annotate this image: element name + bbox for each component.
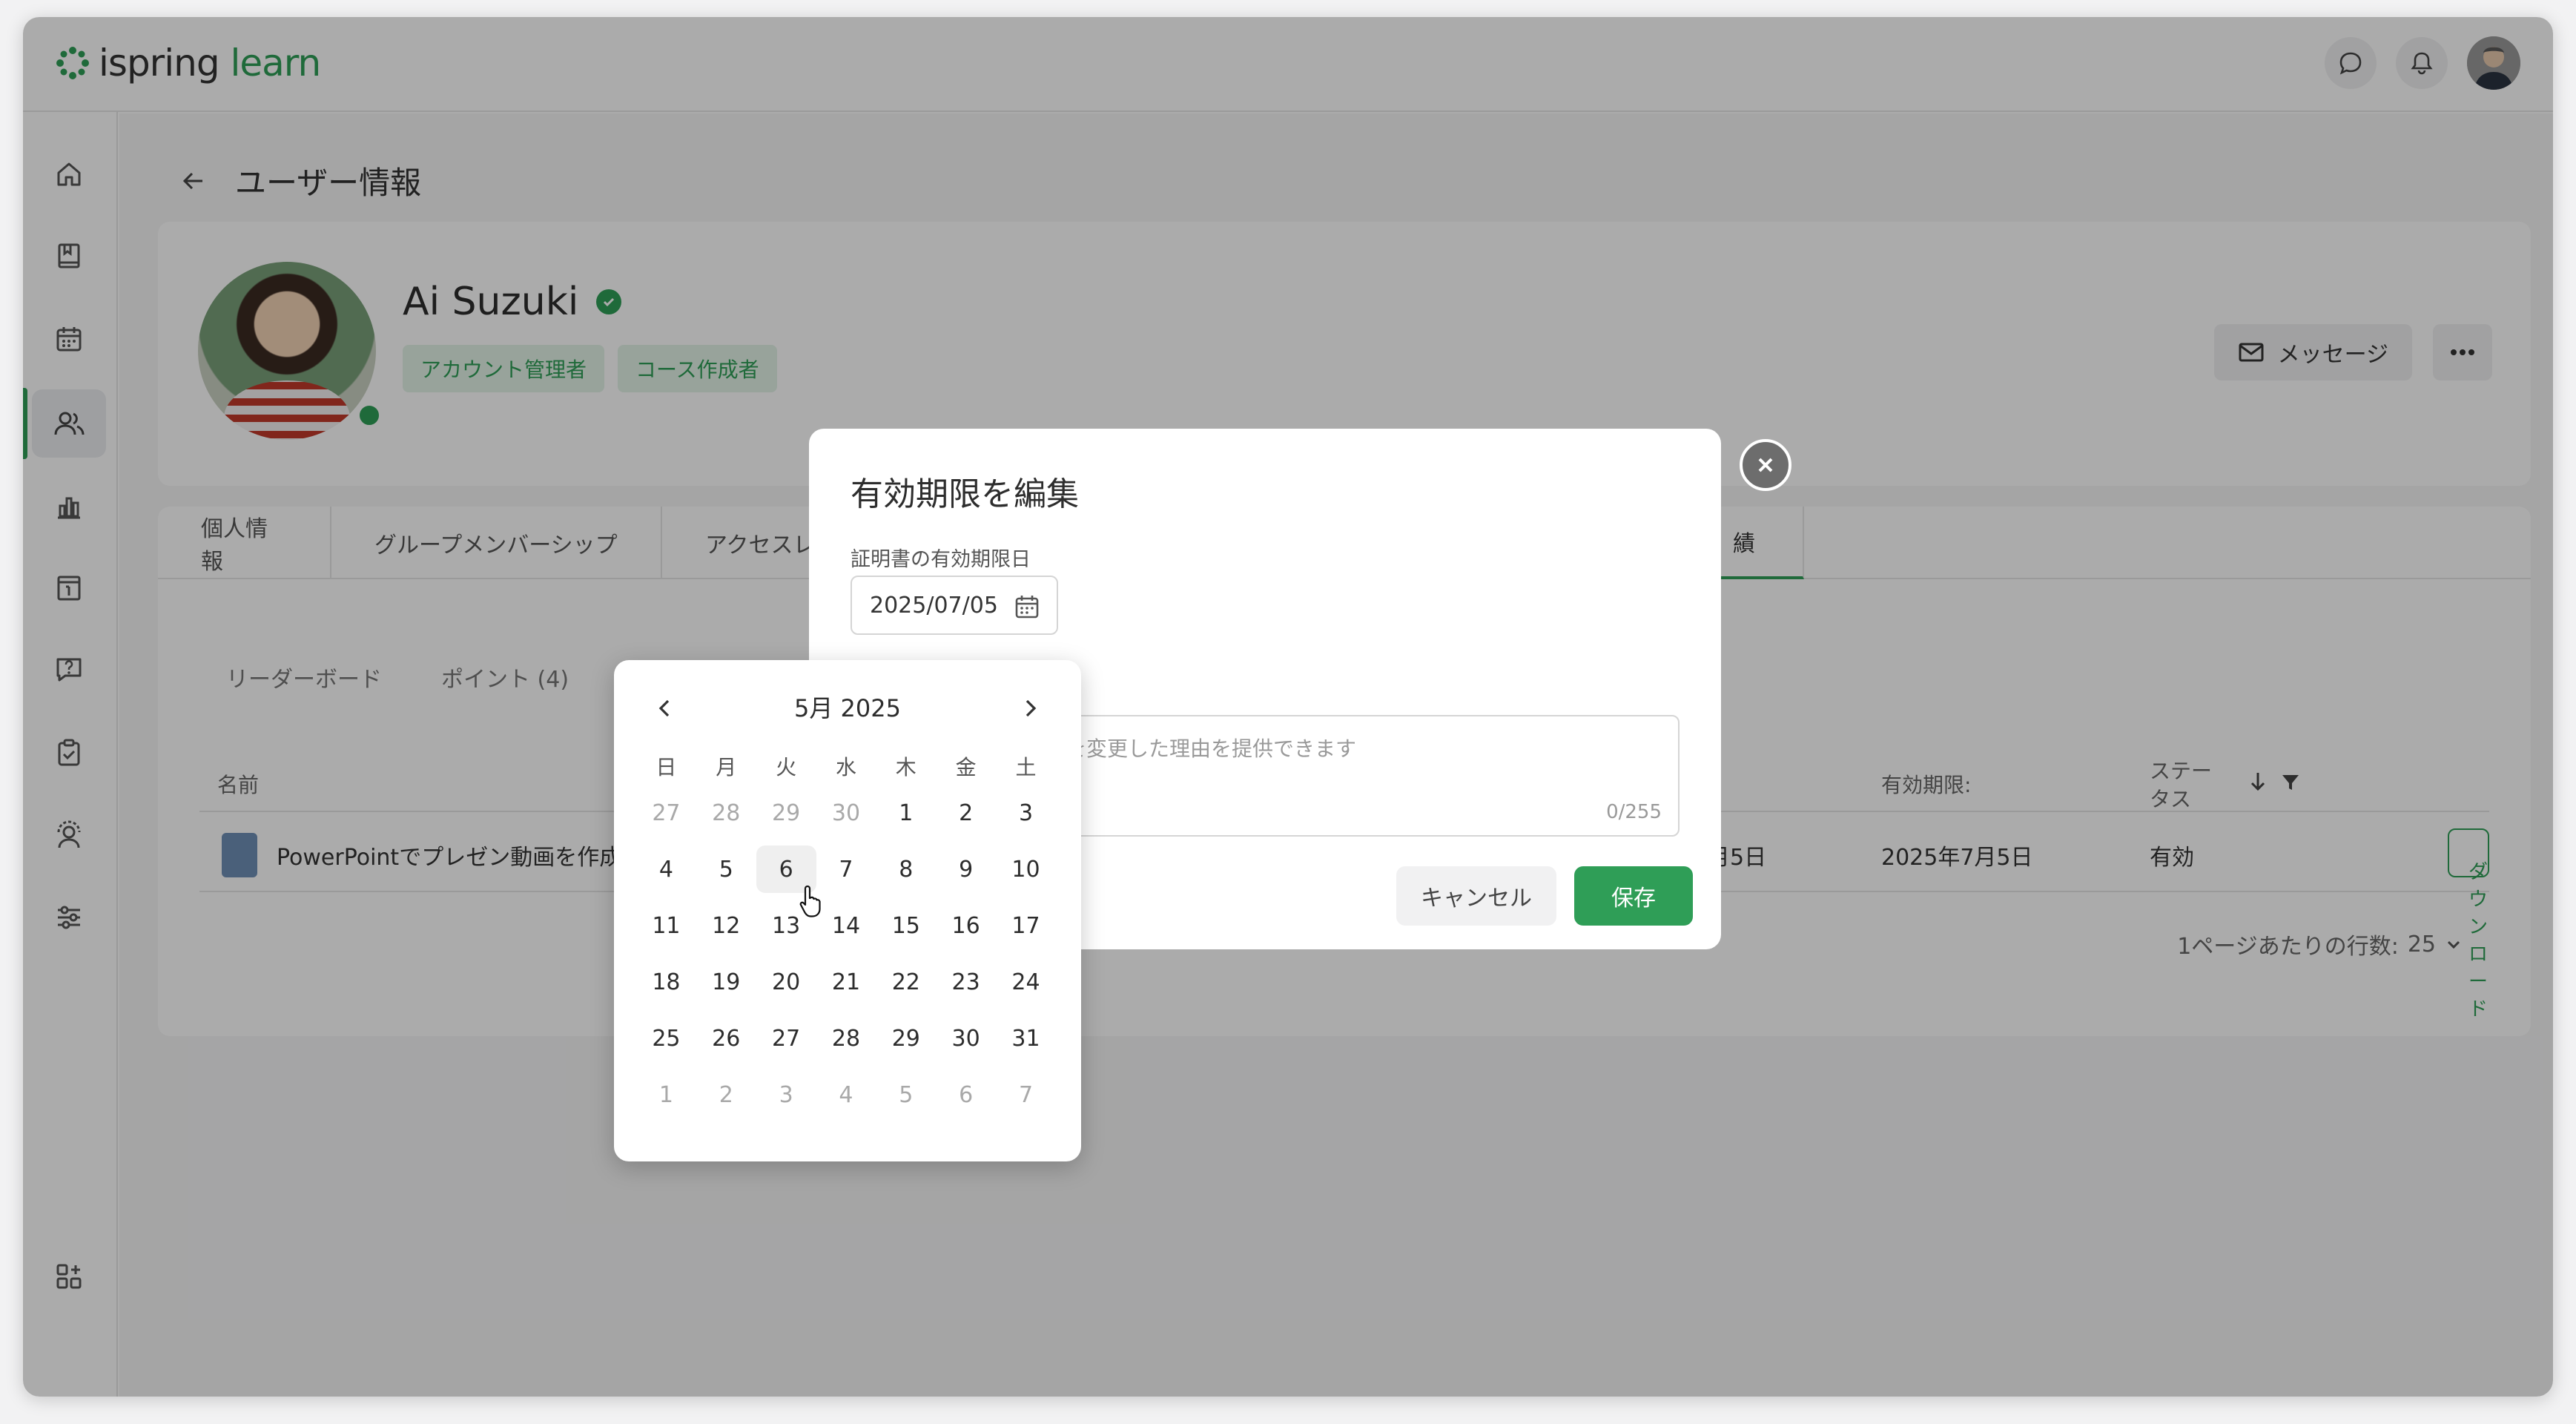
- chevron-left-icon: [658, 699, 670, 717]
- calendar-day[interactable]: 21: [816, 958, 876, 1006]
- calendar-day[interactable]: 15: [876, 902, 936, 949]
- calendar-day[interactable]: 19: [696, 958, 756, 1006]
- expiry-date-value: 2025/07/05: [870, 592, 998, 619]
- calendar-day[interactable]: 5: [696, 846, 756, 893]
- day-of-week-label: 木: [895, 755, 917, 779]
- calendar-day-outside-month[interactable]: 1: [636, 1071, 696, 1118]
- save-button[interactable]: 保存: [1574, 866, 1693, 926]
- mouse-cursor-icon: [799, 885, 821, 917]
- calendar-day-outside-month[interactable]: 6: [936, 1071, 996, 1118]
- calendar-day[interactable]: 9: [936, 846, 996, 893]
- calendar-day[interactable]: 24: [996, 958, 1056, 1006]
- calendar-day-outside-month[interactable]: 30: [816, 789, 876, 837]
- day-of-week-label: 金: [955, 755, 977, 779]
- day-of-week-label: 火: [776, 755, 797, 779]
- day-of-week-label: 月: [716, 755, 737, 779]
- calendar-day-outside-month[interactable]: 5: [876, 1071, 936, 1118]
- calendar-week-row: 1234567: [636, 1067, 1056, 1123]
- calendar-day[interactable]: 20: [756, 958, 816, 1006]
- calendar-day-outside-month[interactable]: 3: [756, 1071, 816, 1118]
- close-button[interactable]: [1740, 439, 1791, 491]
- calendar-day-outside-month[interactable]: 27: [636, 789, 696, 837]
- calendar-day[interactable]: 25: [636, 1015, 696, 1062]
- calendar-day[interactable]: 26: [696, 1015, 756, 1062]
- days-of-week-row: 日月火水木金土: [636, 748, 1056, 785]
- calendar-day[interactable]: 8: [876, 846, 936, 893]
- prev-month-button[interactable]: [650, 693, 679, 723]
- calendar-day[interactable]: 16: [936, 902, 996, 949]
- calendar-day[interactable]: 11: [636, 902, 696, 949]
- calendar-week-row: 11 12 13 14 15 16 17: [636, 897, 1056, 954]
- calendar-day[interactable]: 4: [636, 846, 696, 893]
- calendar-week-row: 18 19 20 21 22 23 24: [636, 954, 1056, 1010]
- calendar-day-outside-month[interactable]: 28: [696, 789, 756, 837]
- char-counter: 0/255: [1606, 801, 1662, 823]
- calendar-week-row: 25 26 27 28 29 30 31: [636, 1010, 1056, 1067]
- calendar-day[interactable]: 28: [816, 1015, 876, 1062]
- expiry-date-label: 証明書の有効期限日: [851, 548, 1031, 571]
- calendar-grid: 日月火水木金土 27 28 29 30 1 2 3 4 5 6 7 8 9 10 11 12 13 14 15 16 1…: [636, 748, 1056, 1123]
- calendar-day-outside-month[interactable]: 7: [996, 1071, 1056, 1118]
- calendar-day[interactable]: 22: [876, 958, 936, 1006]
- calendar-day[interactable]: 2: [936, 789, 996, 837]
- day-of-week-label: 水: [835, 755, 856, 779]
- calendar-day[interactable]: 27: [756, 1015, 816, 1062]
- date-picker: 5月 2025 日月火水木金土 27 28 29 30 1 2 3 4 5 6 7 8 9 10 11 12 1…: [614, 660, 1081, 1161]
- calendar-day[interactable]: 30: [936, 1015, 996, 1062]
- calendar-day[interactable]: 10: [996, 846, 1056, 893]
- day-of-week-label: 日: [655, 755, 677, 779]
- calendar-week-row: 27 28 29 30 1 2 3: [636, 785, 1056, 841]
- next-month-button[interactable]: [1016, 693, 1046, 723]
- calendar-day[interactable]: 3: [996, 789, 1056, 837]
- calendar-day[interactable]: 17: [996, 902, 1056, 949]
- chevron-right-icon: [1026, 699, 1037, 717]
- day-of-week-label: 土: [1015, 755, 1037, 779]
- calendar-day[interactable]: 1: [876, 789, 936, 837]
- cancel-button[interactable]: キャンセル: [1396, 866, 1556, 926]
- calendar-day[interactable]: 12: [696, 902, 756, 949]
- close-icon: [1758, 458, 1773, 472]
- calendar-icon[interactable]: [1014, 593, 1040, 620]
- modal-title: 有効期限を編集: [851, 475, 1079, 513]
- calendar-day[interactable]: 23: [936, 958, 996, 1006]
- calendar-day[interactable]: 18: [636, 958, 696, 1006]
- calendar-week-row: 4 5 6 7 8 9 10: [636, 841, 1056, 897]
- expiry-date-input[interactable]: 2025/07/05: [851, 576, 1058, 635]
- calendar-month-title: 5月 2025: [794, 694, 901, 722]
- calendar-day-outside-month[interactable]: 29: [756, 789, 816, 837]
- calendar-day[interactable]: 31: [996, 1015, 1056, 1062]
- calendar-day-outside-month[interactable]: 2: [696, 1071, 756, 1118]
- reason-placeholder: 日を変更した理由を提供できます: [1045, 736, 1357, 761]
- calendar-day[interactable]: 29: [876, 1015, 936, 1062]
- calendar-day-outside-month[interactable]: 4: [816, 1071, 876, 1118]
